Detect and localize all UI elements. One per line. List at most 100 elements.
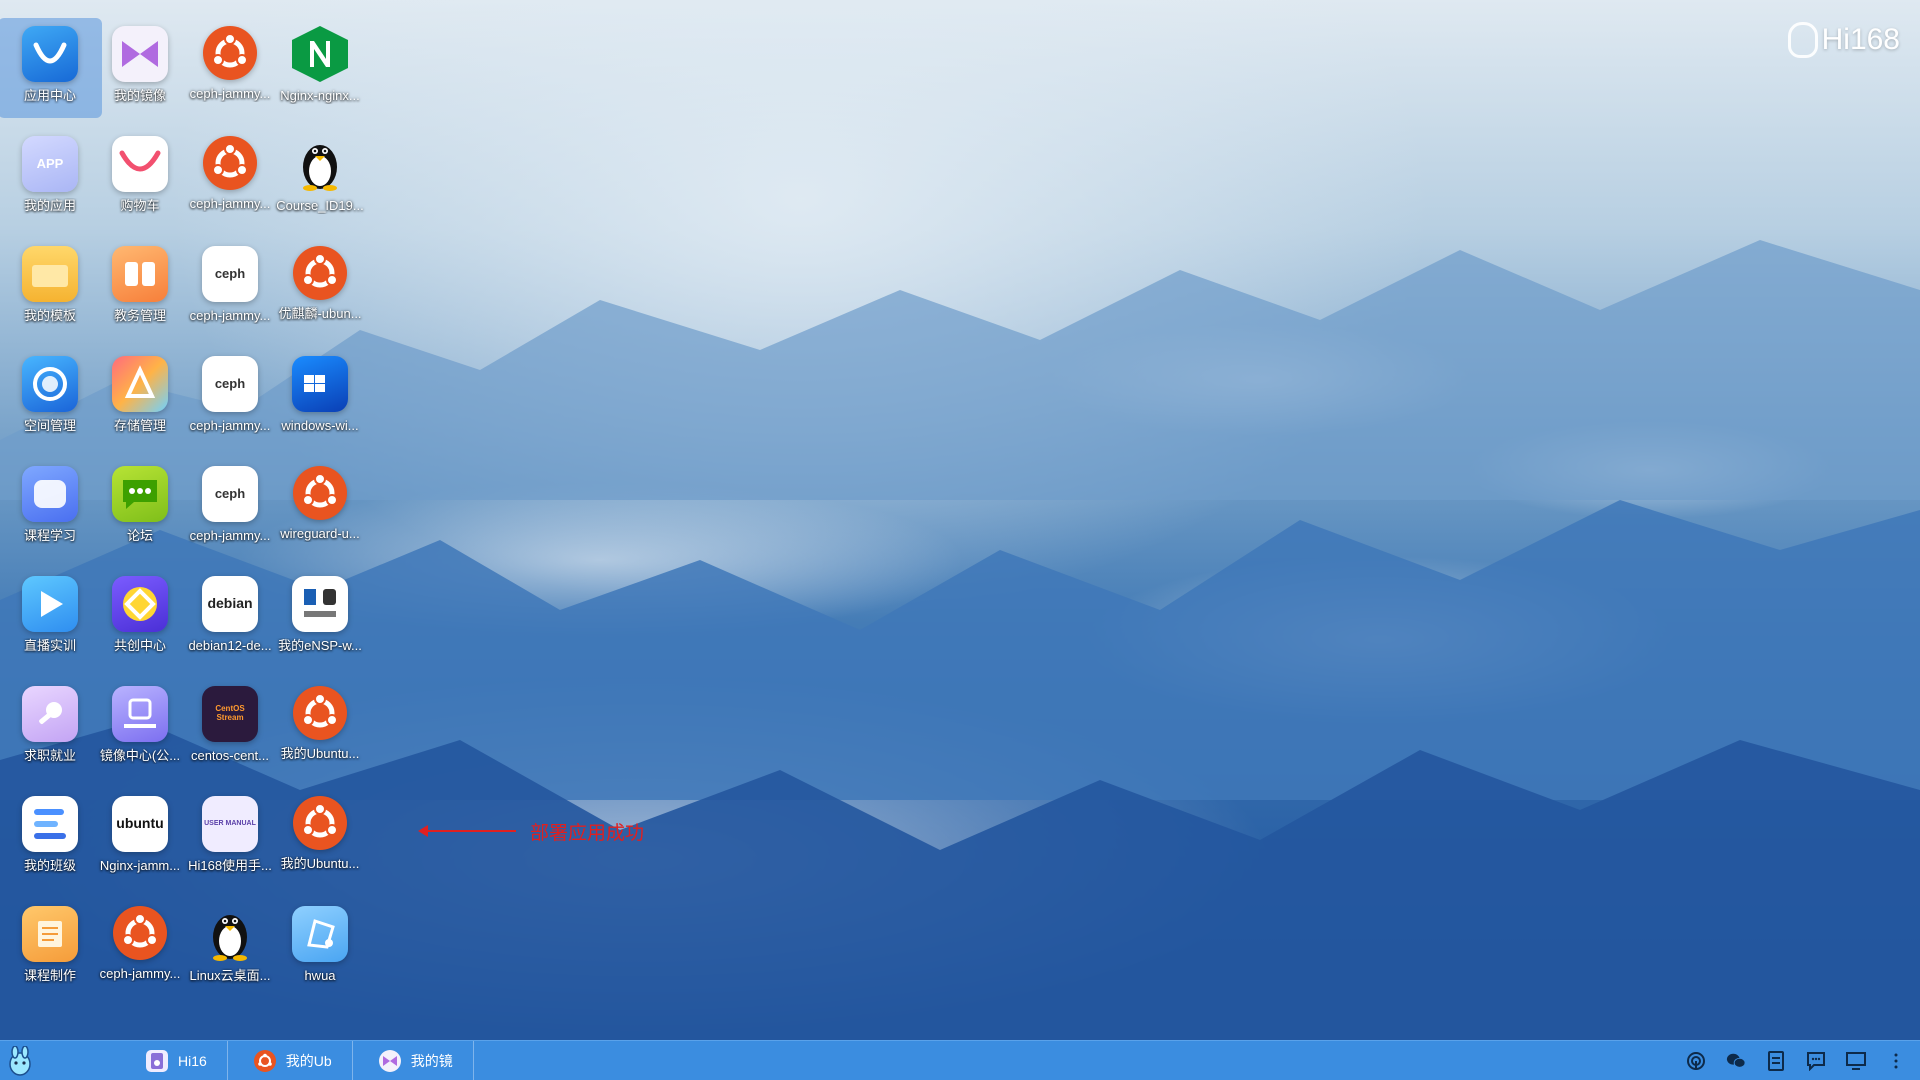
desktop-icon[interactable]: Nginx-nginx... — [268, 18, 372, 118]
user-manual-icon: USER MANUAL — [202, 796, 258, 852]
desktop-icon[interactable]: 应用中心 — [0, 18, 102, 118]
desktop-icon-label: 论坛 — [126, 528, 153, 543]
app-store-icon — [22, 26, 78, 82]
bunny-logo-icon — [1787, 22, 1818, 58]
desktop-icon-label: ceph-jammy... — [189, 418, 271, 433]
desktop-icon[interactable]: ceph ceph-jammy... — [178, 238, 282, 338]
centos-icon: CentOS Stream — [202, 686, 258, 742]
deploy-success-annotation: 部署应用成功 — [418, 818, 644, 844]
bunny-start-icon — [9, 1045, 31, 1076]
ubuntu-icon — [293, 466, 347, 520]
red-arrow-icon — [418, 825, 516, 837]
desktop-icon[interactable]: 我的Ubuntu... — [268, 678, 372, 778]
desktop-icon-label: 课程制作 — [23, 968, 76, 983]
desktop-icon[interactable]: 优麒麟-ubun... — [268, 238, 372, 338]
live-training-icon — [22, 576, 78, 632]
desktop-icon-label: 应用中心 — [23, 88, 76, 103]
desktop-icon[interactable]: debian debian12-de... — [178, 568, 282, 668]
space-management-icon — [22, 356, 78, 412]
desktop-icon-label: 我的应用 — [23, 198, 76, 213]
my-class-icon — [22, 796, 78, 852]
ubuntu-icon — [203, 26, 257, 80]
desktop-icon[interactable]: 我的eNSP-w... — [268, 568, 372, 668]
desktop-icon[interactable]: 课程制作 — [0, 898, 102, 998]
desktop-icon-label: 镜像中心(公... — [99, 748, 181, 763]
taskbar: Hi16 我的Ub 我的镜 — [0, 1040, 1920, 1080]
wechat-icon[interactable] — [1726, 1051, 1746, 1071]
windows-icon — [292, 356, 348, 412]
ubuntu-icon — [293, 246, 347, 300]
desktop-icon-label: 空间管理 — [23, 418, 76, 433]
desktop-icon[interactable]: 课程学习 — [0, 458, 102, 558]
desktop-icon[interactable]: 求职就业 — [0, 678, 102, 778]
desktop-icon-label: 我的模板 — [23, 308, 76, 323]
desktop-icon[interactable]: 教务管理 — [88, 238, 192, 338]
desktop-icon[interactable]: 镜像中心(公... — [88, 678, 192, 778]
taskbar-task-hi168[interactable]: Hi16 — [120, 1040, 228, 1080]
ubuntu-icon — [203, 136, 257, 190]
desktop-icon[interactable]: 我的模板 — [0, 238, 102, 338]
taskbar-task-my-ubuntu[interactable]: 我的Ub — [228, 1040, 353, 1080]
co-creation-icon — [112, 576, 168, 632]
desktop-icon-label: ceph-jammy... — [99, 966, 181, 981]
taskbar-task-label: Hi16 — [178, 1052, 207, 1069]
mirror-center-icon — [112, 686, 168, 742]
job-icon — [22, 686, 78, 742]
desktop-icon[interactable]: APP 我的应用 — [0, 128, 102, 228]
desktop-icon[interactable]: 直播实训 — [0, 568, 102, 668]
desktop-icon[interactable]: 空间管理 — [0, 348, 102, 448]
desktop-icon-label: 我的班级 — [23, 858, 76, 873]
desktop-icon[interactable]: 共创中心 — [88, 568, 192, 668]
desktop-icon[interactable]: 我的镜像 — [88, 18, 192, 118]
desktop-icon-label: 我的镜像 — [113, 88, 166, 103]
storage-management-icon — [112, 356, 168, 412]
hi168-watermark: Hi168 — [1787, 20, 1900, 60]
desktop-icon[interactable]: windows-wi... — [268, 348, 372, 448]
desktop-icon[interactable]: CentOS Stream centos-cent... — [178, 678, 282, 778]
desktop-icon[interactable]: ceph ceph-jammy... — [178, 458, 282, 558]
desktop-icon[interactable]: ubuntu Nginx-jamm... — [88, 788, 192, 888]
desktop-icon-label: 购物车 — [120, 198, 160, 213]
desktop-icon-label: 我的eNSP-w... — [278, 638, 362, 653]
desktop-icon[interactable]: ceph-jammy... — [178, 18, 282, 118]
desktop-icon-label: ceph-jammy... — [189, 528, 271, 543]
desktop-icon[interactable]: Linux云桌面... — [178, 898, 282, 998]
taskbar-task-my-mirror[interactable]: 我的镜 — [353, 1040, 474, 1080]
more-icon[interactable] — [1886, 1051, 1906, 1071]
ceph-icon: ceph — [202, 466, 258, 522]
desktop-icon-label: Course_ID19... — [276, 198, 364, 213]
taskbar-task-label: 我的Ub — [285, 1052, 332, 1069]
desktop-icon-label: ceph-jammy... — [189, 196, 271, 211]
icon-text: ceph — [214, 265, 246, 281]
desktop-icon[interactable]: ceph ceph-jammy... — [178, 348, 282, 448]
desktop-icon[interactable]: 购物车 — [88, 128, 192, 228]
desktop-icon[interactable]: wireguard-u... — [268, 458, 372, 558]
forum-icon — [112, 466, 168, 522]
notes-icon[interactable] — [1766, 1050, 1786, 1071]
desktop-icon-label: Nginx-jamm... — [99, 858, 181, 873]
desktop-icon[interactable]: 我的Ubuntu... — [268, 788, 372, 888]
ubuntu-icon — [293, 686, 347, 740]
desktop-icon[interactable]: ceph-jammy... — [88, 898, 192, 998]
icon-text: ubuntu — [116, 815, 164, 832]
icon-text: USER MANUAL — [204, 820, 256, 828]
ceph-icon: ceph — [202, 246, 258, 302]
desktop-icon[interactable]: hwua — [268, 898, 372, 998]
desktop-icon[interactable]: 论坛 — [88, 458, 192, 558]
desktop-icon-label: hwua — [304, 968, 336, 983]
desktop-icon[interactable]: 存储管理 — [88, 348, 192, 448]
start-button[interactable] — [0, 1041, 40, 1080]
monitor-icon[interactable] — [1846, 1051, 1866, 1071]
hotspot-icon[interactable] — [1686, 1051, 1706, 1071]
debian-icon: debian — [202, 576, 258, 632]
course-making-icon — [22, 906, 78, 962]
taskbar-task-label: 我的镜 — [410, 1052, 453, 1069]
desktop-icon[interactable]: Course_ID19... — [268, 128, 372, 228]
desktop-icon-label: ceph-jammy... — [189, 308, 271, 323]
desktop-icon-label: 我的Ubuntu... — [280, 856, 360, 871]
ubuntu-icon — [253, 1049, 276, 1072]
desktop-icon[interactable]: ceph-jammy... — [178, 128, 282, 228]
chat-icon[interactable] — [1806, 1051, 1826, 1071]
desktop-icon[interactable]: USER MANUAL Hi168使用手... — [178, 788, 282, 888]
desktop-icon[interactable]: 我的班级 — [0, 788, 102, 888]
